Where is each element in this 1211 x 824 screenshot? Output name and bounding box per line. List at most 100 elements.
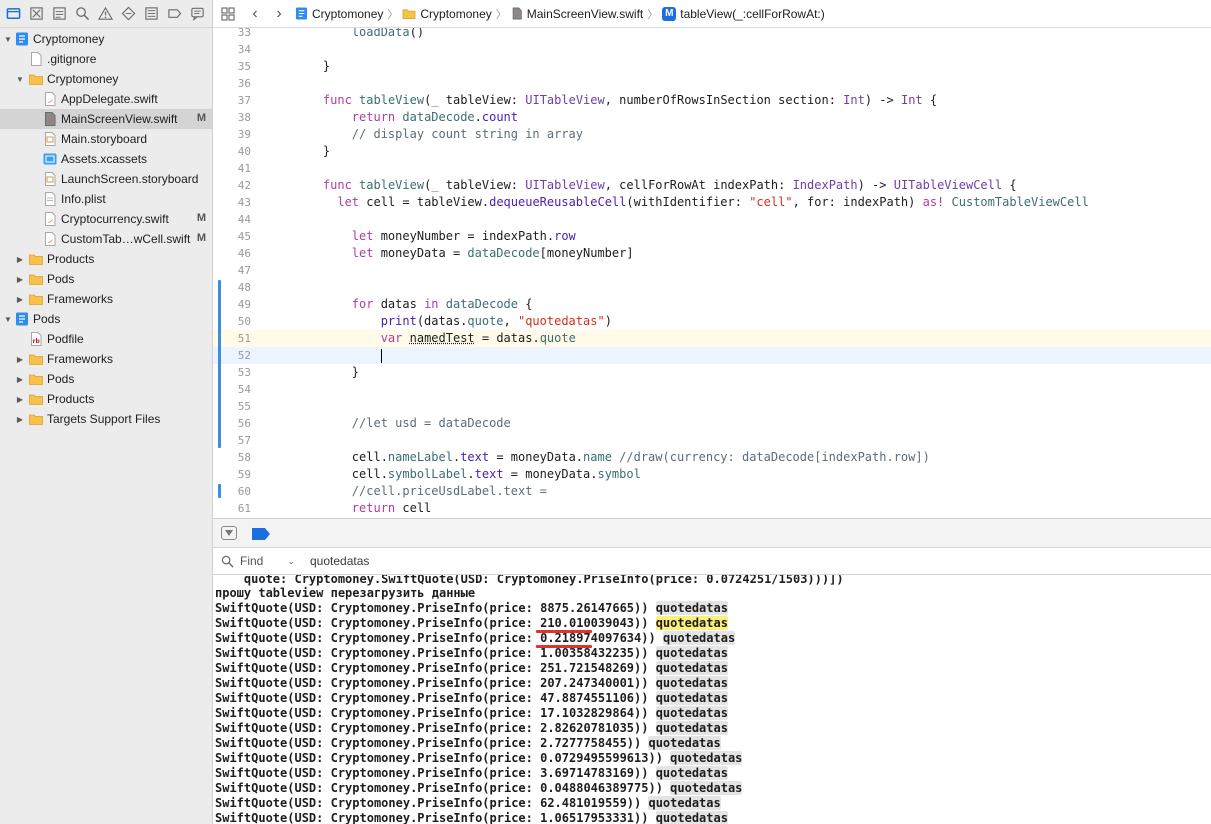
code-line[interactable]: 48 bbox=[213, 279, 1211, 296]
disclosure-expanded-icon[interactable]: ▼ bbox=[15, 74, 25, 84]
file-tree: ▼ Cryptomoney .gitignore ▼ Cryptomoney A… bbox=[0, 28, 212, 429]
code-line[interactable]: 56 //let usd = dataDecode bbox=[213, 415, 1211, 432]
tree-item-info-plist[interactable]: Info.plist bbox=[0, 189, 212, 209]
disclosure-collapsed-icon[interactable]: ▶ bbox=[15, 374, 25, 384]
issue-warning-icon[interactable] bbox=[96, 5, 114, 23]
code-line[interactable]: 38 return dataDecode.count bbox=[213, 109, 1211, 126]
code-line[interactable]: 33 loadData() bbox=[213, 28, 1211, 41]
folder-icon bbox=[29, 392, 43, 406]
breadcrumb-file[interactable]: MainScreenView.swift bbox=[511, 7, 643, 21]
code-line[interactable]: 55 bbox=[213, 398, 1211, 415]
change-indicator-bar[interactable] bbox=[218, 280, 221, 448]
disclosure-collapsed-icon[interactable]: ▶ bbox=[15, 394, 25, 404]
code-line[interactable]: 42 func tableView(_ tableView: UITableVi… bbox=[213, 177, 1211, 194]
breadcrumb-symbol[interactable]: M tableView(_:cellForRowAt:) bbox=[662, 6, 825, 21]
disclosure-collapsed-icon[interactable]: ▶ bbox=[15, 274, 25, 284]
code-line[interactable]: 59 cell.symbolLabel.text = moneyData.sym… bbox=[213, 466, 1211, 483]
tree-item-products[interactable]: ▶ Products bbox=[0, 249, 212, 269]
source-editor[interactable]: 33 loadData() 34 35 } 36 37 func tableView(_… bbox=[213, 28, 1211, 518]
tree-item-pods-project[interactable]: ▼ Pods bbox=[0, 309, 212, 329]
report-message-icon[interactable] bbox=[188, 5, 206, 23]
swift-file-icon bbox=[43, 212, 57, 226]
search-match: quotedatas bbox=[662, 631, 736, 645]
code-line[interactable]: 50 print(datas.quote, "quotedatas") bbox=[213, 313, 1211, 330]
console-text: SwiftQuote(USD: Cryptomoney.PriseInfo(pr… bbox=[215, 661, 656, 675]
code-line[interactable]: 51 var namedTest = datas.quote bbox=[213, 330, 1211, 347]
code-line[interactable]: 52 bbox=[213, 347, 1211, 364]
back-chevron-icon[interactable]: ‹ bbox=[243, 5, 267, 23]
related-items-grid-icon[interactable] bbox=[213, 7, 243, 21]
tree-item-gitignore[interactable]: .gitignore bbox=[0, 49, 212, 69]
tree-item-label: Cryptomoney bbox=[47, 72, 119, 86]
tree-item-pods-folder[interactable]: ▶ Pods bbox=[0, 269, 212, 289]
disclosure-expanded-icon[interactable]: ▼ bbox=[3, 314, 13, 324]
navigator-toolbar bbox=[0, 0, 212, 28]
search-match: quotedatas bbox=[670, 751, 743, 765]
disclosure-collapsed-icon[interactable]: ▶ bbox=[15, 294, 25, 304]
code-line[interactable]: 39 // display count string in array bbox=[213, 126, 1211, 143]
tree-item-pods-pods[interactable]: ▶ Pods bbox=[0, 369, 212, 389]
source-control-icon[interactable] bbox=[27, 5, 45, 23]
change-indicator-bar[interactable] bbox=[218, 484, 221, 498]
tree-item-cryptomoney-project[interactable]: ▼ Cryptomoney bbox=[0, 29, 212, 49]
folder-icon bbox=[29, 252, 43, 266]
code-line[interactable]: 43 let cell = tableView.dequeueReusableC… bbox=[213, 194, 1211, 211]
code-line[interactable]: 35 } bbox=[213, 58, 1211, 75]
code-text: func tableView(_ tableView: UITableView,… bbox=[322, 178, 1017, 192]
code-line[interactable]: 58 cell.nameLabel.text = moneyData.name … bbox=[213, 449, 1211, 466]
symbol-navigator-icon[interactable] bbox=[50, 5, 68, 23]
tree-item-pods-frameworks[interactable]: ▶ Frameworks bbox=[0, 349, 212, 369]
code-line[interactable]: 60 //cell.priceUsdLabel.text = bbox=[213, 483, 1211, 500]
hide-debug-area-icon[interactable] bbox=[221, 526, 237, 540]
disclosure-expanded-icon[interactable]: ▼ bbox=[3, 34, 13, 44]
tree-item-assets[interactable]: Assets.xcassets bbox=[0, 149, 212, 169]
code-line[interactable]: 40 } bbox=[213, 143, 1211, 160]
tree-item-customtableviewcell[interactable]: CustomTab…wCell.swift M bbox=[0, 229, 212, 249]
breakpoints-toggle-icon[interactable] bbox=[252, 528, 270, 543]
test-diamond-icon[interactable] bbox=[119, 5, 137, 23]
code-line[interactable]: 54 bbox=[213, 381, 1211, 398]
breadcrumb-group[interactable]: Cryptomoney bbox=[402, 7, 492, 21]
tree-item-podfile[interactable]: rb Podfile bbox=[0, 329, 212, 349]
find-mode-menu[interactable]: Find ⌄ bbox=[221, 554, 295, 568]
code-line[interactable]: 49 for datas in dataDecode { bbox=[213, 296, 1211, 313]
debug-navigator-icon[interactable] bbox=[142, 5, 160, 23]
search-match: quotedatas bbox=[655, 706, 728, 720]
code-line[interactable]: 41 bbox=[213, 160, 1211, 177]
breakpoint-tag-icon[interactable] bbox=[165, 5, 183, 23]
disclosure-collapsed-icon[interactable]: ▶ bbox=[15, 254, 25, 264]
find-input[interactable]: quotedatas bbox=[310, 554, 369, 568]
code-line[interactable]: 47 bbox=[213, 262, 1211, 279]
project-navigator-icon[interactable] bbox=[4, 5, 22, 23]
code-line[interactable]: 53 } bbox=[213, 364, 1211, 381]
code-line[interactable]: 45 let moneyNumber = indexPath.row bbox=[213, 228, 1211, 245]
tree-item-targets-support-files[interactable]: ▶ Targets Support Files bbox=[0, 409, 212, 429]
breadcrumb-project[interactable]: Cryptomoney bbox=[295, 7, 383, 21]
code-text: } bbox=[294, 365, 360, 379]
forward-chevron-icon[interactable]: › bbox=[267, 5, 291, 23]
code-line[interactable]: 46 let moneyData = dataDecode[moneyNumbe… bbox=[213, 245, 1211, 262]
code-line[interactable]: 57 bbox=[213, 432, 1211, 449]
tree-item-pods-products[interactable]: ▶ Products bbox=[0, 389, 212, 409]
tree-item-launchscreen[interactable]: LaunchScreen.storyboard bbox=[0, 169, 212, 189]
tree-item-cryptomoney-folder[interactable]: ▼ Cryptomoney bbox=[0, 69, 212, 89]
code-line[interactable]: 61 return cell bbox=[213, 500, 1211, 517]
search-icon[interactable] bbox=[73, 5, 91, 23]
find-mode-label: Find bbox=[240, 554, 264, 568]
tree-item-mainscreenview[interactable]: MainScreenView.swift M bbox=[0, 109, 212, 129]
tree-item-appdelegate[interactable]: AppDelegate.swift bbox=[0, 89, 212, 109]
search-match: quotedatas bbox=[655, 616, 728, 630]
disclosure-collapsed-icon[interactable]: ▶ bbox=[15, 354, 25, 364]
tree-item-main-storyboard[interactable]: Main.storyboard bbox=[0, 129, 212, 149]
disclosure-collapsed-icon[interactable]: ▶ bbox=[15, 414, 25, 424]
debug-console[interactable]: quote: Cryptomoney.SwiftQuote(USD: Crypt… bbox=[213, 575, 1211, 824]
line-number: 41 bbox=[237, 162, 251, 175]
tree-item-cryptocurrency[interactable]: Cryptocurrency.swift M bbox=[0, 209, 212, 229]
xcode-project-icon bbox=[295, 7, 308, 20]
code-line[interactable]: 44 bbox=[213, 211, 1211, 228]
code-line[interactable]: 36 bbox=[213, 75, 1211, 92]
code-line[interactable]: 37 func tableView(_ tableView: UITableVi… bbox=[213, 92, 1211, 109]
code-line[interactable]: 34 bbox=[213, 41, 1211, 58]
line-number: 36 bbox=[237, 77, 251, 90]
tree-item-frameworks[interactable]: ▶ Frameworks bbox=[0, 289, 212, 309]
